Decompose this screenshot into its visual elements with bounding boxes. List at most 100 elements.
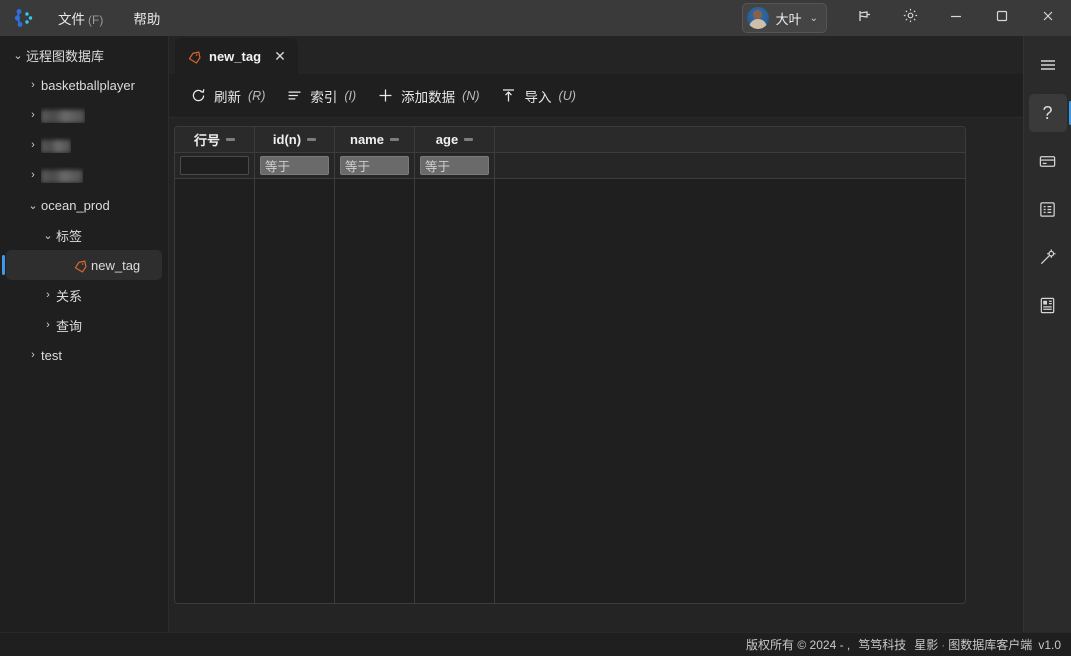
column-id-n[interactable]: id(n) bbox=[255, 127, 335, 152]
column-name-body-column bbox=[335, 179, 415, 603]
title-bar: 文件 (F) 帮助 大叶 ⌄ bbox=[0, 0, 1071, 36]
filter-placeholder: 等于 bbox=[425, 160, 451, 174]
sidebar-item-basketballplayer[interactable]: › basketballplayer bbox=[6, 70, 162, 100]
menu-bar: 文件 (F) 帮助 bbox=[56, 5, 162, 31]
sidebar-tree[interactable]: ⌄ 远程图数据库 › basketballplayer › › › ⌄ ocean_prod ⌄ 标… bbox=[0, 36, 169, 632]
filter-placeholder: 等于 bbox=[265, 160, 291, 174]
sidebar-item-label: test bbox=[41, 347, 62, 363]
main-panel: new_tag ✕ 刷新 (R) 索引 (I) 添加数据 (N) 导入 (U) 行号 id(n) n… bbox=[169, 36, 1023, 632]
redacted-label bbox=[41, 109, 85, 123]
footer-copyright: 版权所有 © 2024 - , bbox=[746, 638, 851, 652]
sidebar-item-label: 关系 bbox=[56, 288, 83, 304]
rail-menu-button[interactable] bbox=[1029, 46, 1067, 84]
column-header-label: id(n) bbox=[272, 132, 302, 147]
chevron-down-icon[interactable]: ⌄ bbox=[25, 199, 41, 212]
tag-icon bbox=[187, 49, 202, 64]
sidebar-item-test[interactable]: › test bbox=[6, 340, 162, 370]
sidebar-item-label: basketballplayer bbox=[41, 77, 135, 93]
column-age[interactable]: age bbox=[415, 127, 495, 152]
column-age-filter-input[interactable]: 等于 bbox=[420, 156, 489, 175]
data-grid[interactable]: 行号 id(n) name age 等于 等于 等于 bbox=[174, 126, 966, 604]
column-row-number-filter-input[interactable] bbox=[180, 156, 249, 175]
column-age-body-column bbox=[415, 179, 495, 603]
sidebar-item-tags[interactable]: ⌄ 标签 bbox=[6, 220, 162, 250]
user-menu-button[interactable]: 大叶 ⌄ bbox=[741, 3, 827, 33]
toolbar-button-mnemonic: (N) bbox=[462, 88, 480, 103]
chevron-right-icon[interactable]: › bbox=[25, 109, 41, 121]
menu-file[interactable]: 文件 (F) bbox=[56, 5, 105, 31]
column-name-filter[interactable]: 等于 bbox=[335, 153, 415, 178]
add-data-button[interactable]: 添加数据 (N) bbox=[366, 81, 489, 111]
help-question-icon: ? bbox=[1042, 102, 1053, 123]
chevron-down-icon[interactable]: ⌄ bbox=[40, 229, 56, 242]
column-id-n-filter[interactable]: 等于 bbox=[255, 153, 335, 178]
chevron-right-icon[interactable]: › bbox=[25, 139, 41, 151]
menu-file-mnemonic: (F) bbox=[88, 13, 104, 27]
column-header-label: name bbox=[350, 132, 384, 147]
tab-close-icon[interactable]: ✕ bbox=[270, 46, 290, 66]
column-menu-icon[interactable] bbox=[464, 138, 474, 141]
right-icon-rail: ? bbox=[1023, 36, 1071, 632]
plus-icon bbox=[376, 87, 394, 105]
sidebar-item-label: ocean_prod bbox=[41, 197, 110, 213]
close-button[interactable] bbox=[1025, 0, 1071, 36]
chevron-right-icon[interactable]: › bbox=[40, 289, 56, 301]
rail-list-button[interactable] bbox=[1029, 190, 1067, 228]
hamburger-menu-icon bbox=[1038, 55, 1058, 75]
chevron-right-icon[interactable]: › bbox=[25, 169, 41, 181]
refresh-button[interactable]: 刷新 (R) bbox=[179, 81, 275, 111]
column-row-number-filter[interactable] bbox=[175, 153, 255, 178]
minimize-button[interactable] bbox=[933, 0, 979, 36]
rail-help-button[interactable]: ? bbox=[1028, 94, 1071, 132]
gear-icon bbox=[902, 7, 919, 29]
column-menu-icon[interactable] bbox=[389, 138, 399, 141]
tab-new-tag[interactable]: new_tag ✕ bbox=[175, 38, 299, 74]
grid-body-empty[interactable] bbox=[175, 179, 965, 603]
import-button[interactable]: 导入 (U) bbox=[490, 81, 586, 111]
titlebar-right-controls: 大叶 ⌄ bbox=[741, 0, 1071, 36]
pin-icon bbox=[856, 8, 872, 29]
chevron-down-icon[interactable]: ⌄ bbox=[10, 49, 26, 62]
rail-report-button[interactable] bbox=[1029, 286, 1067, 324]
app-window: 文件 (F) 帮助 大叶 ⌄ ⌄ 远程图数据库 › basketballplay… bbox=[0, 0, 1071, 656]
tag-icon bbox=[71, 258, 89, 273]
index-button[interactable]: 索引 (I) bbox=[275, 81, 366, 111]
sidebar-item-remote-graph-db[interactable]: ⌄ 远程图数据库 bbox=[6, 40, 162, 70]
sidebar-item-new-tag[interactable]: new_tag bbox=[2, 250, 162, 280]
rail-wand-button[interactable] bbox=[1029, 238, 1067, 276]
column-name[interactable]: name bbox=[335, 127, 415, 152]
sidebar-item-relations[interactable]: › 关系 bbox=[6, 280, 162, 310]
app-logo-icon bbox=[6, 0, 42, 36]
maximize-button[interactable] bbox=[979, 0, 1025, 36]
footer-company: 笃笃科技 bbox=[858, 638, 907, 652]
rail-card-button[interactable] bbox=[1029, 142, 1067, 180]
close-icon bbox=[1041, 9, 1055, 28]
column-id-n-filter-input[interactable]: 等于 bbox=[260, 156, 329, 175]
sidebar-item-label: new_tag bbox=[91, 257, 141, 273]
column-row-number[interactable]: 行号 bbox=[175, 127, 255, 152]
toolbar-button-mnemonic: (R) bbox=[248, 88, 266, 103]
column-menu-icon[interactable] bbox=[226, 138, 235, 141]
grid-filter-row[interactable]: 等于 等于 等于 bbox=[175, 153, 965, 179]
chevron-right-icon[interactable]: › bbox=[40, 319, 56, 331]
pin-button[interactable] bbox=[841, 0, 887, 36]
settings-button[interactable] bbox=[887, 0, 933, 36]
toolbar-button-label: 添加数据 bbox=[401, 89, 456, 105]
sidebar-item-ocean-prod[interactable]: ⌄ ocean_prod bbox=[6, 190, 162, 220]
chevron-right-icon[interactable]: › bbox=[25, 79, 41, 91]
chevron-right-icon[interactable]: › bbox=[25, 349, 41, 361]
chevron-down-icon: ⌄ bbox=[809, 12, 818, 24]
card-panel-icon bbox=[1038, 152, 1057, 171]
column-age-filter[interactable]: 等于 bbox=[415, 153, 495, 178]
filter-placeholder: 等于 bbox=[345, 160, 371, 174]
status-bar: 版权所有 © 2024 - , 笃笃科技 星影 · 图数据库客户端 v1.0 bbox=[0, 632, 1071, 656]
column-name-filter-input[interactable]: 等于 bbox=[340, 156, 409, 175]
sidebar-item-queries[interactable]: › 查询 bbox=[6, 310, 162, 340]
sidebar-item-redacted-1[interactable]: › bbox=[6, 100, 162, 130]
column-menu-icon[interactable] bbox=[307, 138, 317, 141]
sidebar-item-redacted-2[interactable]: › bbox=[6, 130, 162, 160]
avatar bbox=[746, 7, 769, 29]
menu-help[interactable]: 帮助 bbox=[131, 5, 162, 31]
toolbar-button-mnemonic: (I) bbox=[344, 88, 357, 103]
sidebar-item-redacted-3[interactable]: › bbox=[6, 160, 162, 190]
